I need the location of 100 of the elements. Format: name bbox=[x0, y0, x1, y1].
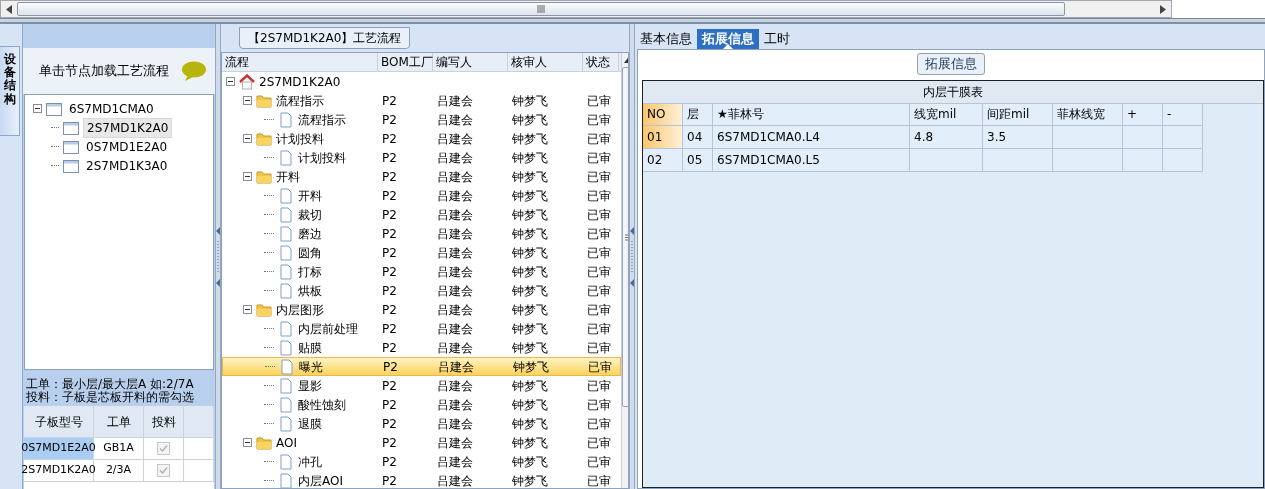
table-cell-text: 吕建会 bbox=[436, 434, 474, 452]
document-icon bbox=[278, 396, 294, 413]
table-cell-text: 已审 bbox=[586, 415, 612, 433]
window-icon bbox=[63, 138, 79, 155]
table-cell: 6S7MD1CMA0.L5 bbox=[713, 148, 910, 172]
tree-item[interactable]: 0S7MD1E2A0 bbox=[83, 137, 171, 156]
table-cell-text: P2 bbox=[381, 453, 398, 471]
table-cell-text: P2 bbox=[381, 206, 398, 224]
collapse-icon[interactable] bbox=[226, 77, 235, 86]
collapse-icon[interactable] bbox=[243, 172, 252, 181]
table-cell-text: 吕建会 bbox=[436, 301, 474, 319]
collapse-icon[interactable] bbox=[33, 104, 42, 113]
table-cell bbox=[1123, 125, 1163, 149]
tree-row[interactable]: 流程指示 P2 吕建会 钟梦飞 已审 bbox=[222, 91, 621, 110]
tree-row[interactable]: 内层图形 P2 吕建会 钟梦飞 已审 bbox=[222, 300, 621, 319]
table-cell-text: 已审 bbox=[586, 282, 612, 300]
collapse-icon[interactable] bbox=[243, 96, 252, 105]
window-icon bbox=[63, 157, 79, 174]
table-cell: 2/3A bbox=[94, 460, 144, 482]
tree-item[interactable]: 6S7MD1CMA0 bbox=[66, 99, 157, 118]
side-tab[interactable]: 设备结构 bbox=[0, 46, 20, 136]
tree-row[interactable]: 裁切 P2 吕建会 钟梦飞 已审 bbox=[222, 205, 621, 224]
document-icon bbox=[278, 415, 294, 432]
table-cell-text: 吕建会 bbox=[436, 263, 474, 281]
table-cell-text: 钟梦飞 bbox=[512, 358, 550, 376]
grip-icon bbox=[537, 5, 545, 13]
column-header[interactable]: 编写人 bbox=[433, 53, 508, 71]
tree-item[interactable]: 2S7MD1K3A0 bbox=[83, 156, 171, 175]
tree-row[interactable]: 显影 P2 吕建会 钟梦飞 已审 bbox=[222, 376, 621, 395]
tree-connector bbox=[264, 119, 274, 120]
tree-row[interactable]: 酸性蚀刻 P2 吕建会 钟梦飞 已审 bbox=[222, 395, 621, 414]
tree-row[interactable]: 开料 P2 吕建会 钟梦飞 已审 bbox=[222, 186, 621, 205]
tree-connector bbox=[265, 366, 275, 367]
table-cell-text: 吕建会 bbox=[436, 396, 474, 414]
table-cell bbox=[1163, 125, 1203, 149]
table-cell bbox=[1123, 148, 1163, 172]
column-header: 工单 bbox=[94, 406, 144, 438]
tree-row[interactable]: 内层前处理 P2 吕建会 钟梦飞 已审 bbox=[222, 319, 621, 338]
tab[interactable]: 拓展信息 bbox=[697, 29, 759, 49]
tree-row[interactable]: 磨边 P2 吕建会 钟梦飞 已审 bbox=[222, 224, 621, 243]
splitter-handle[interactable] bbox=[629, 24, 635, 489]
tree-item-label: AOI bbox=[276, 434, 297, 452]
tab[interactable]: 基本信息 bbox=[635, 29, 697, 49]
column-header[interactable]: 流程 bbox=[222, 53, 378, 71]
table-cell-text: 已审 bbox=[586, 339, 612, 357]
hint-text: 投料：子板是芯板开料的需勾选 bbox=[26, 391, 195, 404]
tree-row[interactable]: 贴膜 P2 吕建会 钟梦飞 已审 bbox=[222, 338, 621, 357]
table-cell-text: P2 bbox=[381, 263, 398, 281]
tree-item-label: 曝光 bbox=[299, 358, 323, 376]
table-cell-text: 已审 bbox=[586, 320, 612, 338]
tree-row[interactable]: 流程指示 P2 吕建会 钟梦飞 已审 bbox=[222, 110, 621, 129]
tree-connector bbox=[264, 328, 274, 329]
tree-row[interactable]: 打标 P2 吕建会 钟梦飞 已审 bbox=[222, 262, 621, 281]
document-icon bbox=[278, 377, 294, 394]
table-cell-text: 钟梦飞 bbox=[511, 263, 549, 281]
collapse-icon[interactable] bbox=[243, 134, 252, 143]
horizontal-scrollbar[interactable] bbox=[0, 0, 1172, 18]
tree-item-label: 计划投料 bbox=[298, 149, 346, 167]
tree-row[interactable]: 退膜 P2 吕建会 钟梦飞 已审 bbox=[222, 414, 621, 433]
table-cell-text: 已审 bbox=[586, 472, 612, 488]
tab[interactable]: 工时 bbox=[759, 29, 795, 49]
tree-connector bbox=[51, 165, 59, 166]
column-header[interactable]: 核审人 bbox=[508, 53, 583, 71]
tree-item-label: 内层前处理 bbox=[298, 320, 358, 338]
tree-row[interactable]: 计划投料 P2 吕建会 钟梦飞 已审 bbox=[222, 148, 621, 167]
column-header[interactable]: BOM工厂 bbox=[378, 53, 433, 71]
tree-row[interactable]: AOI P2 吕建会 钟梦飞 已审 bbox=[222, 433, 621, 452]
table-cell-text: 已审 bbox=[587, 358, 613, 376]
table-cell-text: 已审 bbox=[586, 225, 612, 243]
collapse-icon[interactable] bbox=[243, 305, 252, 314]
tree-connector bbox=[264, 271, 274, 272]
tree-row[interactable]: 2S7MD1K2A0 bbox=[222, 72, 621, 91]
tree-row[interactable]: 曝光 P2 吕建会 钟梦飞 已审 bbox=[222, 357, 621, 376]
document-icon bbox=[278, 320, 294, 337]
table-cell-text: 钟梦飞 bbox=[511, 92, 549, 110]
tree-connector bbox=[51, 146, 59, 147]
tree-row[interactable]: 开料 P2 吕建会 钟梦飞 已审 bbox=[222, 167, 621, 186]
tree-row[interactable]: 冲孔 P2 吕建会 钟梦飞 已审 bbox=[222, 452, 621, 471]
panel-title: 【2S7MD1K2A0】工艺流程 bbox=[239, 27, 411, 49]
table-cell-text: P2 bbox=[381, 434, 398, 452]
tree-row[interactable]: 烘板 P2 吕建会 钟梦飞 已审 bbox=[222, 281, 621, 300]
tree-connector bbox=[264, 423, 274, 424]
table-cell-text: 钟梦飞 bbox=[511, 434, 549, 452]
tree-item-label: 裁切 bbox=[298, 206, 322, 224]
tree-row[interactable]: 计划投料 P2 吕建会 钟梦飞 已审 bbox=[222, 129, 621, 148]
column-header bbox=[184, 406, 214, 438]
document-icon bbox=[278, 187, 294, 204]
table-cell: 6S7MD1CMA0.L4 bbox=[713, 125, 910, 149]
table-cell-text: 已审 bbox=[586, 244, 612, 262]
column-header[interactable]: 状态 bbox=[583, 53, 619, 71]
tree-item[interactable]: 2S7MD1K2A0 bbox=[83, 117, 173, 138]
tree-row[interactable]: 圆角 P2 吕建会 钟梦飞 已审 bbox=[222, 243, 621, 262]
table-cell: 04 bbox=[683, 125, 713, 149]
table-cell-text: 钟梦飞 bbox=[511, 396, 549, 414]
tree-row[interactable]: 内层AOI P2 吕建会 钟梦飞 已审 bbox=[222, 471, 621, 488]
collapse-icon[interactable] bbox=[243, 438, 252, 447]
column-header: 间距mil bbox=[983, 103, 1053, 126]
splitter-handle[interactable] bbox=[215, 24, 221, 489]
table-cell-text: 已审 bbox=[586, 130, 612, 148]
scroll-thumb[interactable] bbox=[17, 2, 1065, 16]
